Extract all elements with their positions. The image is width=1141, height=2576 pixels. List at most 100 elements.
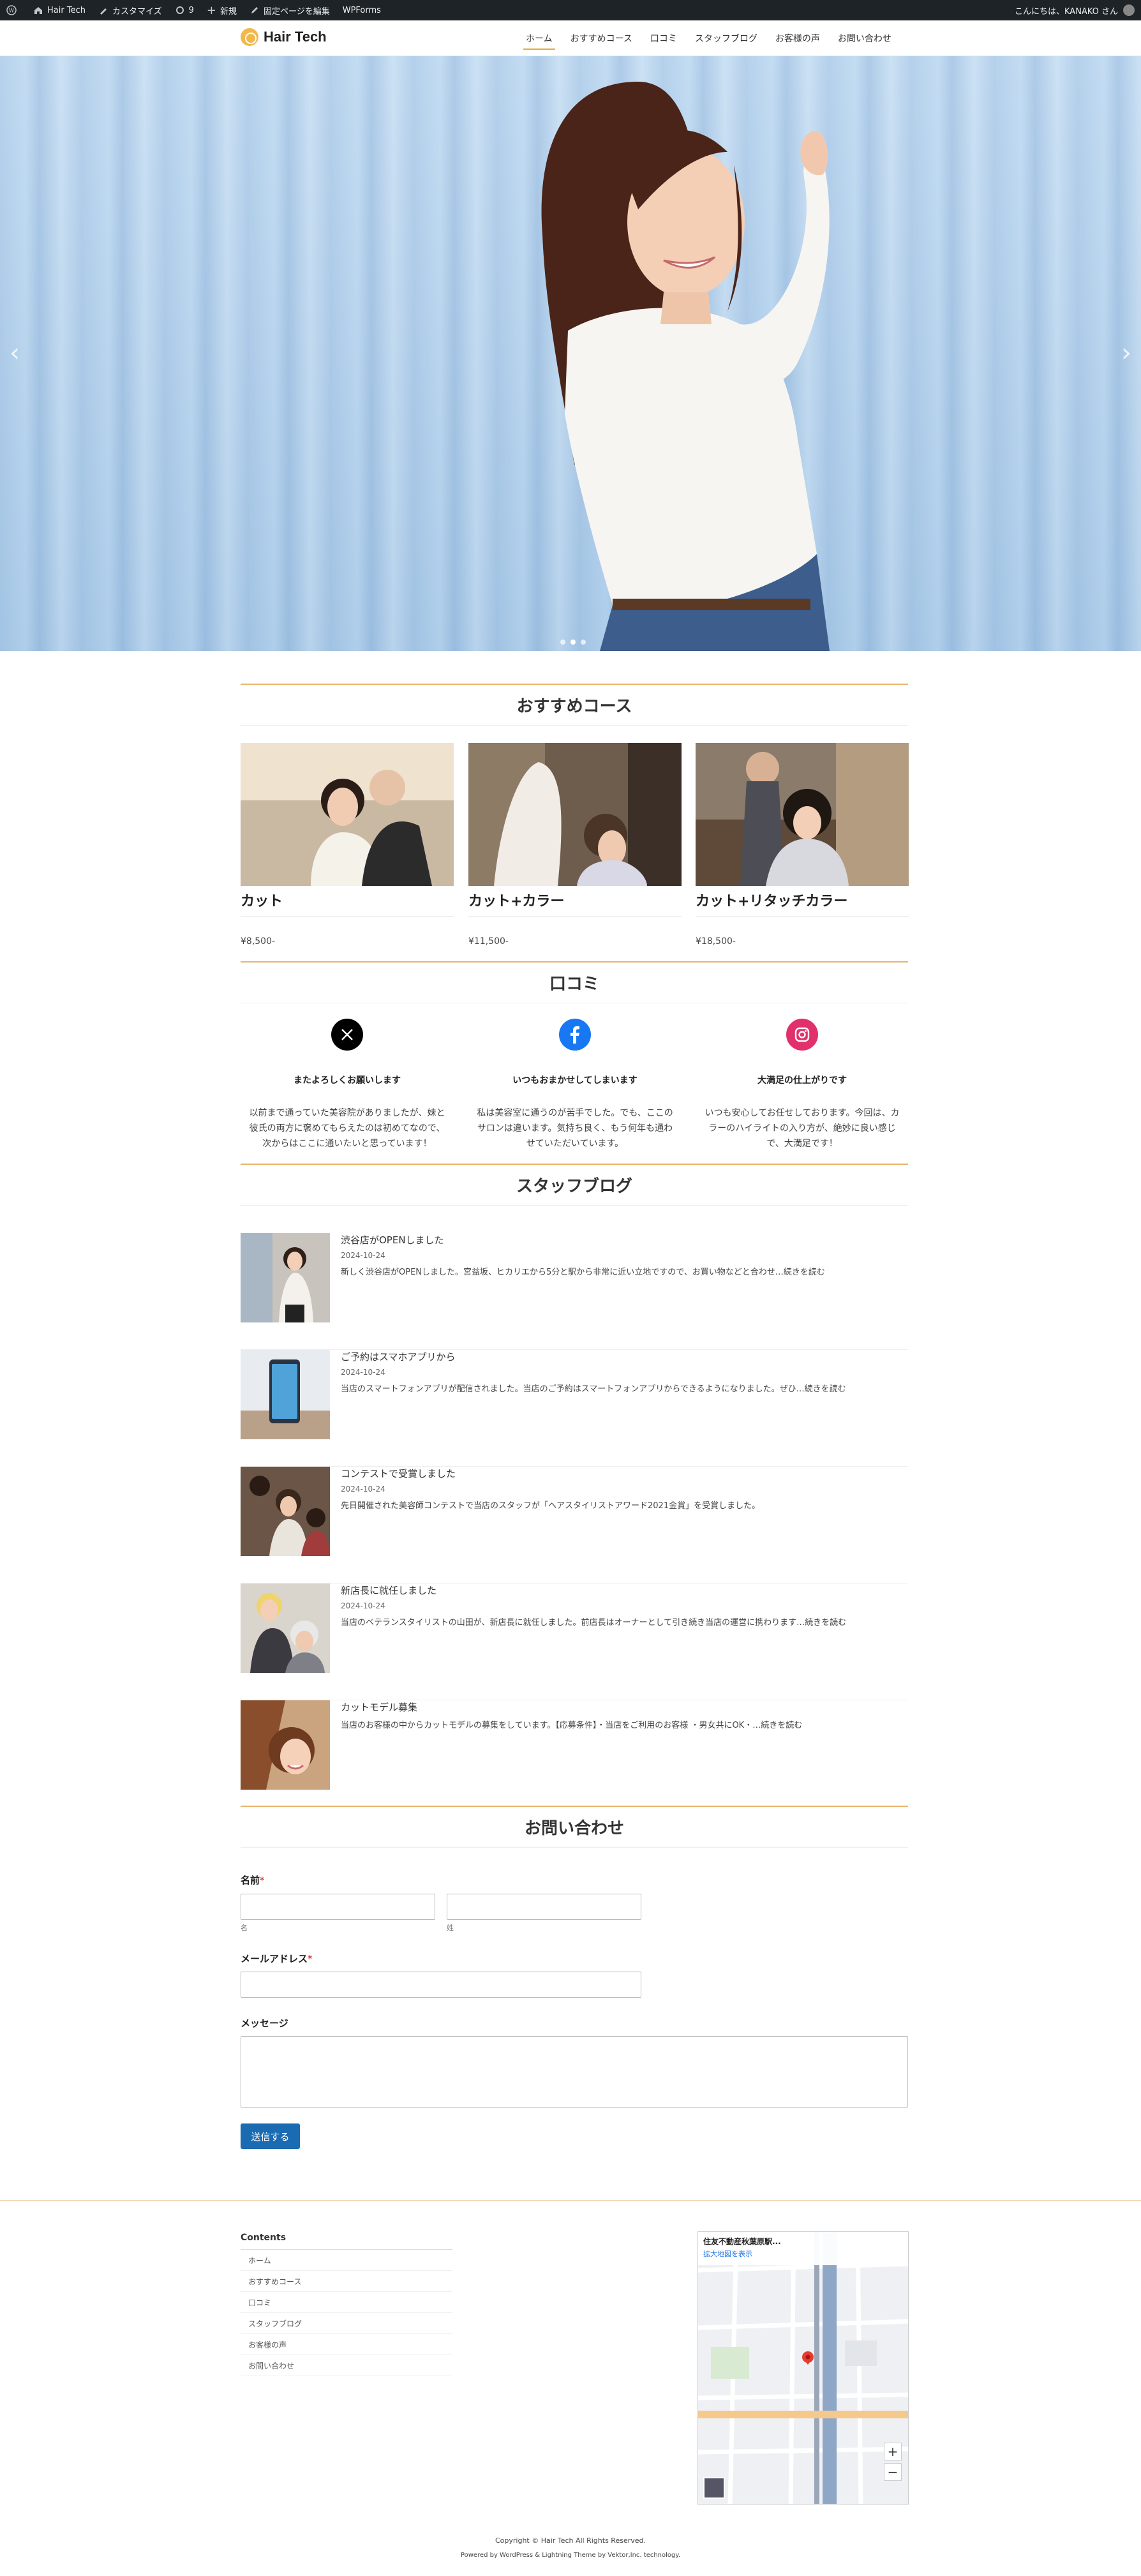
review-text-line: 以前まで通っていた美容院がありましたが、妹と bbox=[249, 1108, 445, 1118]
wordpress-logo-icon[interactable]: W bbox=[0, 0, 27, 20]
course-card-cut[interactable]: カット ¥8,500- bbox=[241, 743, 454, 947]
hero-woman-image bbox=[541, 82, 830, 651]
post-thumbnail[interactable] bbox=[241, 1350, 330, 1439]
post-date: 2024-10-24 bbox=[341, 1368, 385, 1377]
post-title[interactable]: 渋谷店がOPENしました bbox=[341, 1233, 444, 1247]
blog-post[interactable]: ご予約はスマホアプリから 2024-10-24 当店のスマートフォンアプリが配信… bbox=[241, 1350, 908, 1467]
edit-page-label: 固定ページを編集 bbox=[263, 6, 330, 17]
nav-item-courses[interactable]: おすすめコース bbox=[562, 20, 641, 56]
message-textarea[interactable] bbox=[241, 2036, 908, 2108]
nav-item-contact[interactable]: お問い合わせ bbox=[829, 20, 900, 56]
slider-next-button[interactable]: › bbox=[1117, 337, 1136, 369]
review-text-line: 彼氏の両方に褒めてもらえたのは初めてなので、 bbox=[249, 1123, 445, 1134]
post-thumbnail[interactable] bbox=[241, 1700, 330, 1790]
review-text-line: 次からはここに通いたいと思っています！ bbox=[262, 1139, 432, 1149]
site-logo[interactable]: Hair Tech bbox=[241, 28, 327, 46]
nav-item-reviews[interactable]: 口コミ bbox=[641, 20, 686, 56]
name-label-text: 名前 bbox=[241, 1875, 260, 1886]
review-text: いつも安心してお任せしております。今回は、カ ラーのハイライトの入り方が、絶妙に… bbox=[696, 1105, 909, 1151]
email-field-label: メールアドレス* bbox=[241, 1952, 313, 1965]
footer-menu-item-voices[interactable]: お客様の声 bbox=[241, 2334, 452, 2355]
post-thumbnail[interactable] bbox=[241, 1584, 330, 1673]
greeting-label: こんにちは、KANAKO さん bbox=[1015, 6, 1118, 17]
admin-bar-updates[interactable]: 9 bbox=[168, 0, 200, 20]
post-thumbnail[interactable] bbox=[241, 1233, 330, 1322]
post-title[interactable]: カットモデル募集 bbox=[341, 1700, 417, 1714]
review-text-line: 私は美容室に通うのが苦手でした。でも、ここの bbox=[477, 1108, 673, 1118]
course-card-cut-retouch[interactable]: カット+リタッチカラー ¥18,500- bbox=[696, 743, 909, 947]
course-image-cut-retouch bbox=[696, 743, 909, 886]
post-title[interactable]: コンテストで受賞しました bbox=[341, 1467, 456, 1480]
instagram-icon[interactable] bbox=[786, 1019, 818, 1051]
post-thumbnail[interactable] bbox=[241, 1467, 330, 1556]
facebook-icon[interactable] bbox=[559, 1019, 591, 1051]
pencil-icon bbox=[251, 7, 258, 13]
footer-menu-item-reviews[interactable]: 口コミ bbox=[241, 2292, 452, 2313]
post-title[interactable]: ご予約はスマホアプリから bbox=[341, 1350, 456, 1363]
blog-post[interactable]: カットモデル募集 当店のお客様の中からカットモデルの募集をしています。【応募条件… bbox=[241, 1700, 908, 1817]
required-mark: * bbox=[260, 1875, 265, 1886]
new-label: 新規 bbox=[220, 6, 237, 17]
course-card-cut-color[interactable]: カット+カラー ¥11,500- bbox=[468, 743, 682, 947]
footer-menu-item-home[interactable]: ホーム bbox=[241, 2250, 452, 2271]
google-map[interactable]: 住友不動産秋葉原駅... 拡大地図を表示 + − bbox=[697, 2231, 909, 2505]
slider-prev-button[interactable]: ‹ bbox=[5, 337, 24, 369]
blog-post[interactable]: 渋谷店がOPENしました 2024-10-24 新しく渋谷店がOPENしました。… bbox=[241, 1233, 908, 1350]
slider-pagination bbox=[560, 640, 586, 645]
review-heading: いつもおまかせしてしまいます bbox=[512, 1075, 638, 1086]
blog-post[interactable]: コンテストで受賞しました 2024-10-24 先日開催された美容師コンテストで… bbox=[241, 1467, 908, 1584]
admin-bar-new[interactable]: + 新規 bbox=[200, 0, 243, 20]
last-name-sublabel: 姓 bbox=[447, 1924, 454, 1932]
wp-admin-bar: W Hair Tech カスタマイズ 9 + 新規 固定ページを編集 WPFor… bbox=[0, 0, 1141, 20]
site-header: Hair Tech ホーム おすすめコース 口コミ スタッフブログ お客様の声 … bbox=[0, 20, 1141, 56]
map-zoom-in-button[interactable]: + bbox=[884, 2443, 902, 2460]
footer-menu-item-staff-blog[interactable]: スタッフブログ bbox=[241, 2313, 452, 2334]
course-name: カット+カラー bbox=[468, 890, 682, 917]
course-image-cut bbox=[241, 743, 454, 886]
review-heading: 大満足の仕上がりです bbox=[757, 1075, 847, 1086]
review-text-line: いつも安心してお任せしております。今回は、カ bbox=[705, 1108, 900, 1118]
review-text: 私は美容室に通うのが苦手でした。でも、ここの サロンは違います。気持ち良く、もう… bbox=[468, 1105, 682, 1151]
admin-bar-my-account[interactable]: こんにちは、KANAKO さん bbox=[1008, 0, 1141, 20]
site-footer: Contents ホーム おすすめコース 口コミ スタッフブログ お客様の声 お… bbox=[0, 2200, 1141, 2576]
review-card-2: いつもおまかせしてしまいます 私は美容室に通うのが苦手でした。でも、ここの サロ… bbox=[468, 1019, 682, 1151]
slider-dot-1[interactable] bbox=[560, 640, 565, 645]
logo-mark-icon bbox=[241, 28, 258, 46]
review-text-line: ラーのハイライトの入り方が、絶妙に良い感じ bbox=[708, 1123, 896, 1134]
x-icon[interactable] bbox=[331, 1019, 363, 1051]
submit-button[interactable]: 送信する bbox=[241, 2123, 300, 2149]
footer-copyright: Copyright © Hair Tech All Rights Reserve… bbox=[495, 2536, 646, 2545]
first-name-input[interactable] bbox=[241, 1894, 435, 1920]
blog-post[interactable]: 新店長に就任しました 2024-10-24 当店のベテランスタイリストの山田が、… bbox=[241, 1584, 908, 1700]
admin-bar-edit-page[interactable]: 固定ページを編集 bbox=[243, 0, 336, 20]
map-place-title: 住友不動産秋葉原駅... bbox=[703, 2237, 781, 2246]
course-price: ¥18,500- bbox=[696, 936, 736, 947]
slider-dot-2[interactable] bbox=[570, 640, 576, 645]
post-title[interactable]: 新店長に就任しました bbox=[341, 1584, 436, 1597]
nav-item-voices[interactable]: お客様の声 bbox=[766, 20, 829, 56]
map-satellite-toggle[interactable] bbox=[703, 2477, 725, 2499]
admin-bar-wpforms[interactable]: WPForms bbox=[336, 0, 387, 20]
footer-menu-item-contact[interactable]: お問い合わせ bbox=[241, 2355, 452, 2376]
required-mark: * bbox=[308, 1953, 313, 1965]
global-nav: ホーム おすすめコース 口コミ スタッフブログ お客様の声 お問い合わせ bbox=[517, 20, 900, 56]
nav-item-home[interactable]: ホーム bbox=[517, 20, 562, 56]
review-card-3: 大満足の仕上がりです いつも安心してお任せしております。今回は、カ ラーのハイラ… bbox=[696, 1019, 909, 1151]
first-name-sublabel: 名 bbox=[241, 1924, 248, 1932]
admin-bar-customize[interactable]: カスタマイズ bbox=[92, 0, 168, 20]
footer-menu-item-courses[interactable]: おすすめコース bbox=[241, 2271, 452, 2292]
footer-menu: ホーム おすすめコース 口コミ スタッフブログ お客様の声 お問い合わせ bbox=[241, 2249, 452, 2376]
course-price: ¥8,500- bbox=[241, 936, 276, 947]
admin-bar-site-name[interactable]: Hair Tech bbox=[27, 0, 92, 20]
slider-dot-3[interactable] bbox=[581, 640, 586, 645]
map-zoom-out-button[interactable]: − bbox=[884, 2463, 902, 2481]
course-image-cut-color bbox=[468, 743, 682, 886]
post-date: 2024-10-24 bbox=[341, 1601, 385, 1610]
post-excerpt: 先日開催された美容師コンテストで当店のスタッフが「ヘアスタイリストアワード202… bbox=[341, 1501, 761, 1511]
post-date: 2024-10-24 bbox=[341, 1485, 385, 1494]
contact-section-title: お問い合わせ bbox=[241, 1806, 908, 1848]
last-name-input[interactable] bbox=[447, 1894, 641, 1920]
map-enlarge-link[interactable]: 拡大地図を表示 bbox=[703, 2249, 752, 2259]
nav-item-staff-blog[interactable]: スタッフブログ bbox=[686, 20, 766, 56]
email-input[interactable] bbox=[241, 1972, 641, 1998]
